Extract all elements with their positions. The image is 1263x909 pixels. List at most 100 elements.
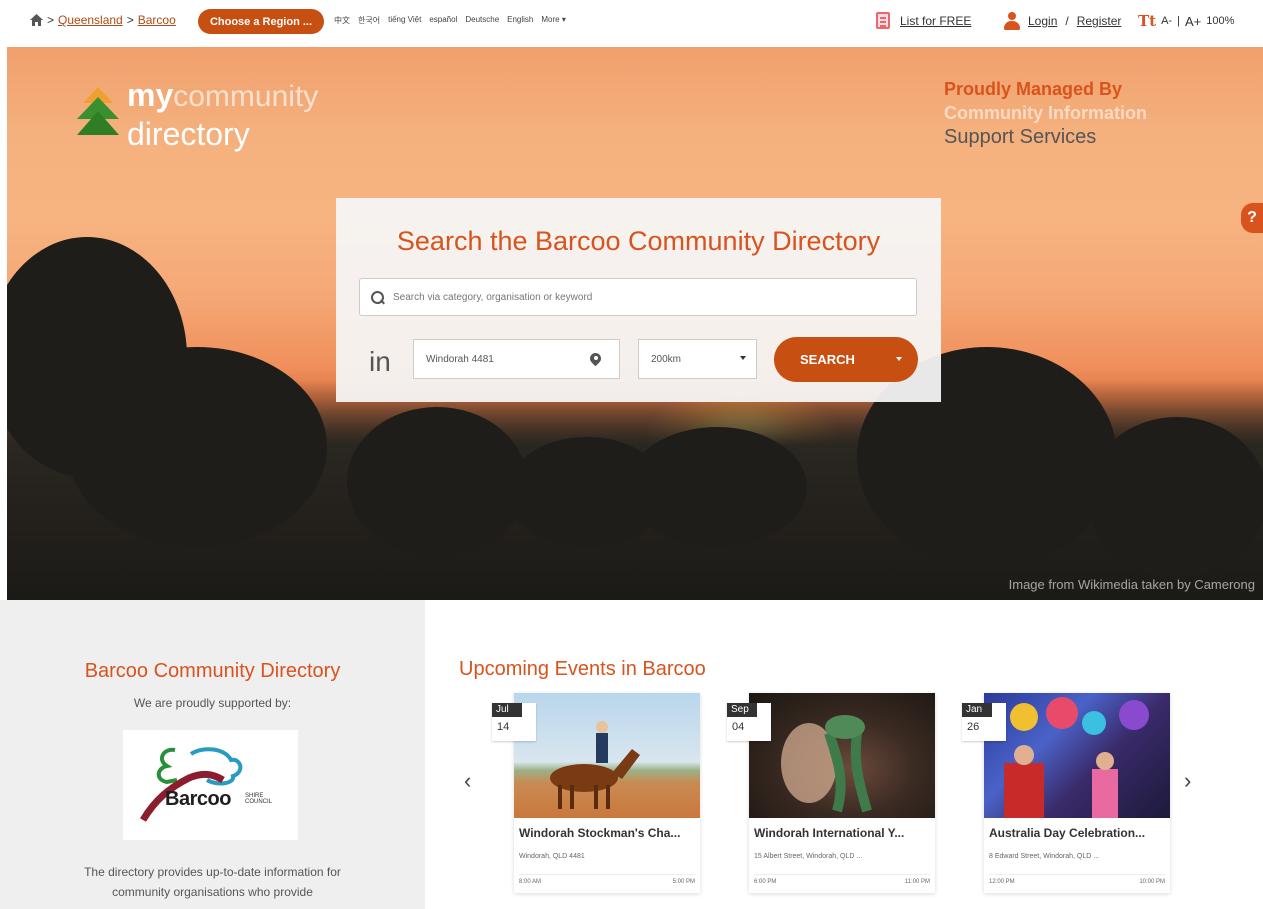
language-more-dropdown[interactable]: More ▾: [541, 15, 565, 26]
language-english[interactable]: English: [507, 15, 533, 26]
event-card[interactable]: Sep 04 Windorah International Y... 15 Al…: [727, 693, 935, 893]
event-image: [514, 693, 700, 818]
tree-silhouette: [67, 347, 327, 547]
managed-by-label: Proudly Managed By: [944, 79, 1123, 99]
logo-word-directory: directory: [127, 116, 250, 152]
login-separator: /: [1065, 14, 1069, 28]
event-name: Windorah International Y...: [754, 826, 905, 840]
site-logo[interactable]: mycommunity directory: [77, 79, 318, 150]
distance-select[interactable]: 200km: [638, 339, 757, 379]
search-button-label: SEARCH: [800, 352, 855, 367]
event-name: Australia Day Celebration...: [989, 826, 1146, 840]
event-start-time: 6:00 PM: [754, 879, 777, 885]
chevron-down-icon: [740, 356, 746, 360]
event-start-time: 8:00 AM: [519, 879, 542, 885]
search-placeholder: Search via category, organisation or key…: [393, 291, 593, 303]
font-decrease-button[interactable]: A-: [1161, 15, 1172, 27]
event-times: 6:00 PM 11:00 PM: [754, 874, 930, 885]
location-value: Windorah 4481: [426, 353, 494, 365]
choose-region-button[interactable]: Choose a Region ...: [198, 9, 324, 34]
event-address: 15 Albert Street, Windorah, QLD ...: [754, 853, 863, 860]
sponsor-logo[interactable]: Barcoo SHIRE COUNCIL: [123, 730, 298, 840]
event-month: Jul: [492, 703, 522, 717]
logo-word-community: community: [173, 80, 319, 113]
login-register: Login / Register: [1004, 12, 1121, 30]
help-button[interactable]: ?: [1241, 203, 1263, 233]
managed-by-org-line2: Support Services: [944, 126, 1097, 148]
zoom-level: 100%: [1206, 15, 1235, 27]
top-bar: > Queensland > Barcoo Choose a Region ..…: [0, 0, 1263, 44]
location-pin-icon[interactable]: [590, 353, 601, 367]
event-card[interactable]: Jan 26 Australia Day Celebration... 8 Ed…: [962, 693, 1170, 893]
event-date-badge: Jul 14: [492, 703, 536, 741]
event-start-time: 12:00 PM: [989, 879, 1015, 885]
home-icon[interactable]: [30, 14, 43, 26]
list-for-free-link[interactable]: List for FREE: [876, 12, 971, 29]
search-icon: [370, 290, 385, 305]
breadcrumb: > Queensland > Barcoo: [30, 13, 176, 27]
event-end-time: 11:00 PM: [904, 879, 930, 885]
event-day: 14: [497, 721, 510, 733]
event-card[interactable]: Jul 14 Windorah Stockman's Cha... Windor…: [492, 693, 700, 893]
font-increase-button[interactable]: A+: [1185, 14, 1201, 29]
language-spanish[interactable]: español: [429, 15, 457, 26]
text-size-icon: Tt: [1138, 12, 1157, 30]
event-address: 8 Edward Street, Windorah, QLD ...: [989, 853, 1100, 860]
event-date-badge: Jan 26: [962, 703, 1006, 741]
event-image: [984, 693, 1170, 818]
search-panel: Search the Barcoo Community Directory Se…: [336, 198, 941, 402]
breadcrumb-barcoo[interactable]: Barcoo: [138, 13, 176, 27]
breadcrumb-separator: >: [126, 13, 134, 27]
events-prev-arrow[interactable]: ‹: [464, 768, 471, 794]
event-times: 8:00 AM 5:00 PM: [519, 874, 695, 885]
event-day: 04: [732, 721, 745, 733]
event-name: Windorah Stockman's Cha...: [519, 826, 681, 840]
sponsor-subtitle: SHIRE COUNCIL: [245, 793, 273, 805]
tree-silhouette: [627, 427, 807, 547]
font-size-controls: Tt A- | A+ 100%: [1138, 12, 1234, 30]
language-german[interactable]: Deutsche: [465, 15, 499, 26]
tree-silhouette: [347, 407, 527, 557]
directory-description: The directory provides up-to-date inform…: [84, 865, 341, 899]
image-credit: Image from Wikimedia taken by Camerong: [1008, 577, 1255, 592]
language-chinese[interactable]: 中文: [334, 15, 350, 26]
events-next-arrow[interactable]: ›: [1184, 768, 1191, 794]
language-korean[interactable]: 한국어: [358, 15, 380, 26]
search-title: Search the Barcoo Community Directory: [396, 226, 881, 256]
document-icon: [876, 12, 890, 29]
breadcrumb-queensland[interactable]: Queensland: [58, 13, 123, 27]
font-separator: |: [1177, 15, 1180, 27]
managed-by-block[interactable]: Proudly Managed By Community Information…: [944, 77, 1147, 149]
language-vietnamese[interactable]: tiếng Việt: [388, 15, 421, 26]
in-label: in: [369, 346, 391, 377]
tree-silhouette: [1087, 417, 1263, 577]
logo-word-my: my: [127, 77, 174, 113]
event-end-time: 10:00 PM: [1139, 879, 1165, 885]
barcoo-council-logo-graphic: [139, 747, 243, 822]
event-times: 12:00 PM 10:00 PM: [989, 874, 1165, 885]
event-end-time: 5:00 PM: [672, 879, 695, 885]
events-title: Upcoming Events in Barcoo: [459, 658, 706, 680]
sponsor-name: Barcoo: [165, 788, 231, 810]
event-month: Jan: [962, 703, 992, 717]
directory-info-panel: Barcoo Community Directory We are proudl…: [0, 600, 425, 909]
event-image: [749, 693, 935, 818]
location-input[interactable]: Windorah 4481: [413, 339, 620, 379]
supported-by-label: We are proudly supported by:: [133, 696, 292, 710]
list-for-free-label: List for FREE: [900, 13, 972, 28]
event-address: Windorah, QLD 4481: [519, 853, 585, 860]
language-list: 中文 한국어 tiếng Việt español Deutsche Engli…: [334, 15, 566, 26]
chevron-down-icon[interactable]: [896, 357, 902, 361]
tree-logo-icon: [77, 86, 119, 143]
event-date-badge: Sep 04: [727, 703, 771, 741]
managed-by-org-line1: Community Information: [944, 103, 1147, 123]
search-button[interactable]: SEARCH: [774, 337, 918, 382]
distance-value: 200km: [651, 353, 682, 365]
register-link[interactable]: Register: [1077, 14, 1122, 28]
directory-title: Barcoo Community Directory: [84, 660, 341, 682]
search-input[interactable]: Search via category, organisation or key…: [359, 278, 917, 316]
user-icon: [1004, 12, 1020, 30]
event-month: Sep: [727, 703, 757, 717]
login-link[interactable]: Login: [1028, 14, 1057, 28]
breadcrumb-separator: >: [47, 13, 55, 27]
